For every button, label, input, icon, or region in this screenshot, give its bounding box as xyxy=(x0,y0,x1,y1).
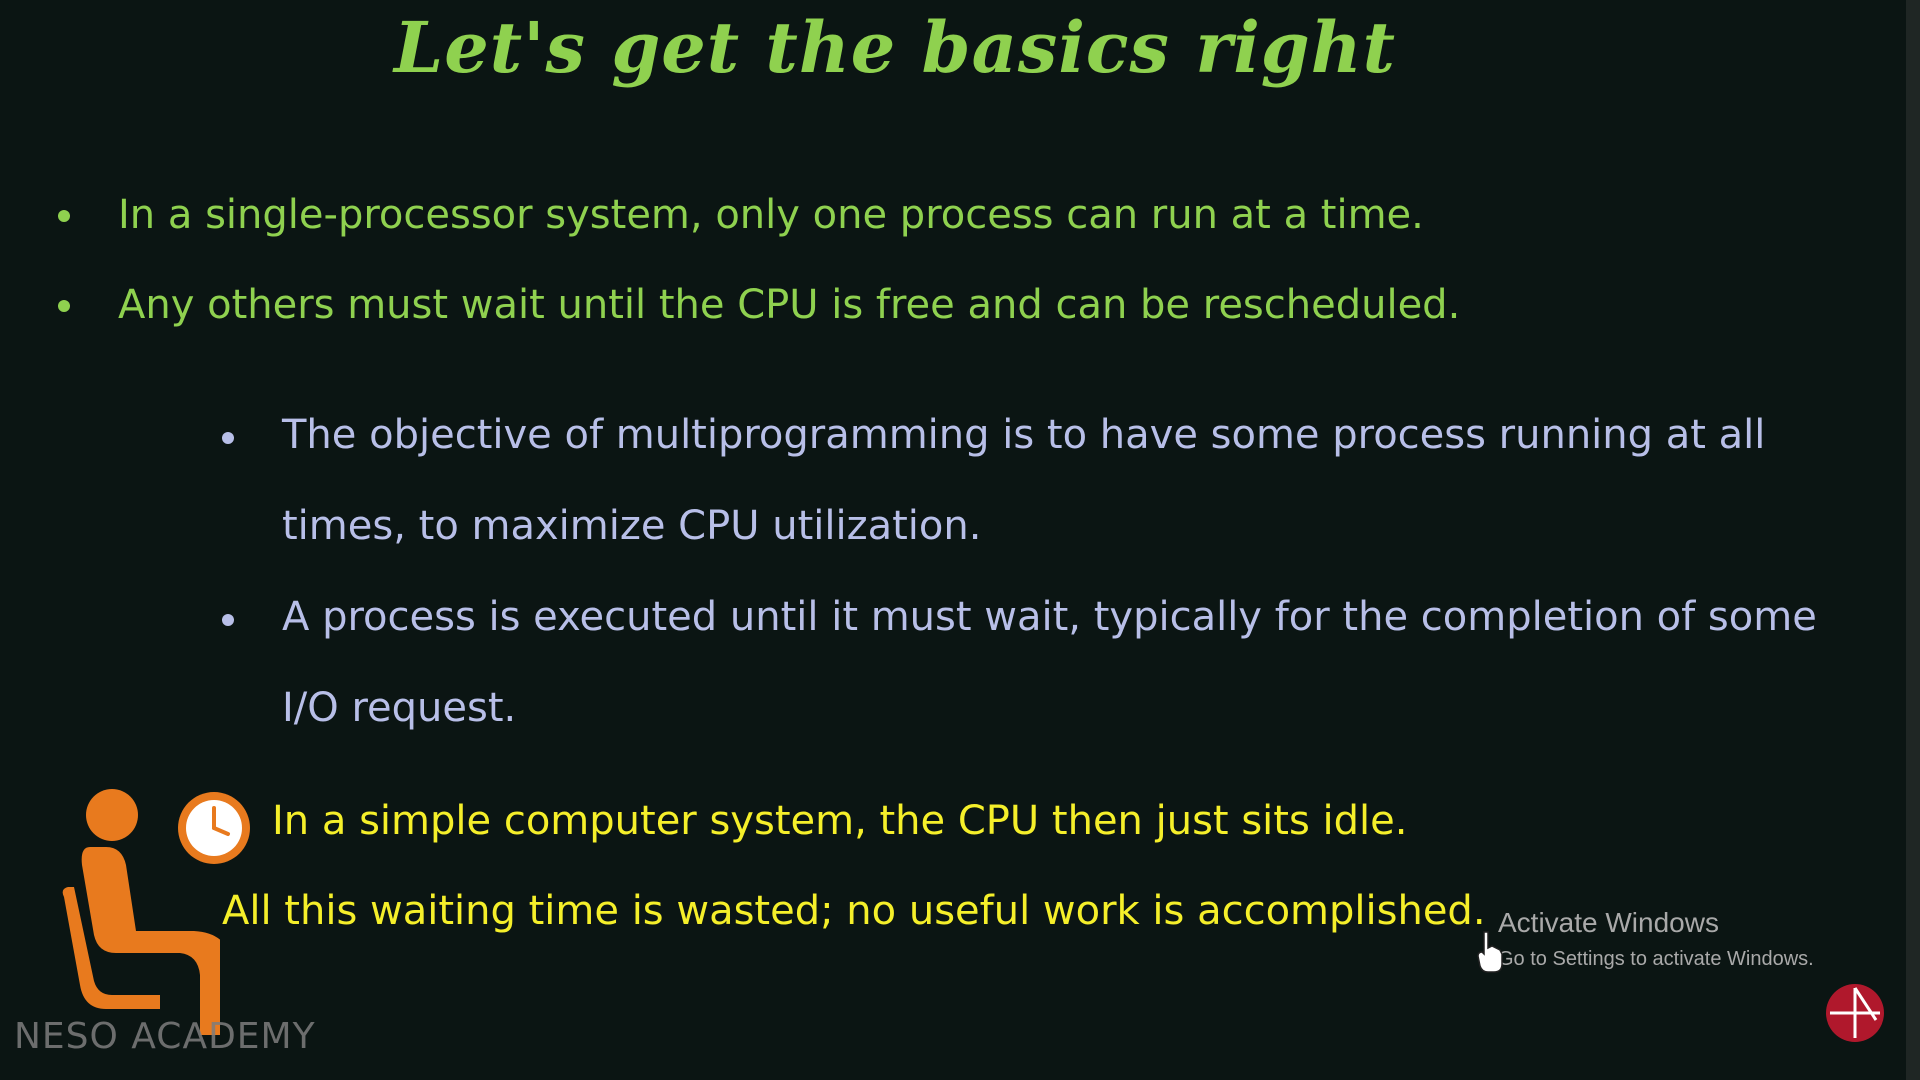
bullet-dot xyxy=(58,300,70,312)
bullet-dot xyxy=(58,210,70,222)
sub-bullet-item: A process is executed until it must wait… xyxy=(222,592,1862,754)
watermark: NESO ACADEMY xyxy=(14,1016,316,1057)
bullet-text: In a single-processor system, only one p… xyxy=(118,192,1424,238)
channel-logo-icon[interactable] xyxy=(1824,982,1886,1044)
bullet-item: Any others must wait until the CPU is fr… xyxy=(58,280,1460,330)
slide: Let's get the basics right In a single-p… xyxy=(0,0,1920,1080)
sub-bullet-text: The objective of multiprogramming is to … xyxy=(282,412,1766,549)
activate-windows-title: Activate Windows xyxy=(1498,907,1719,938)
bullet-dot xyxy=(222,432,234,444)
highlight-text: In a simple computer system, the CPU the… xyxy=(272,798,1408,844)
mouse-pointer-icon xyxy=(1477,931,1503,973)
sub-bullet-text: A process is executed until it must wait… xyxy=(282,594,1817,731)
bullet-dot xyxy=(222,614,234,626)
scrollbar-track[interactable] xyxy=(1906,0,1920,1080)
slide-title: Let's get the basics right xyxy=(394,6,1396,89)
highlight-text: All this waiting time is wasted; no usef… xyxy=(222,888,1486,934)
clock-icon xyxy=(178,792,250,864)
sub-bullet-item: The objective of multiprogramming is to … xyxy=(222,410,1862,572)
bullet-text: Any others must wait until the CPU is fr… xyxy=(118,282,1461,328)
activate-windows-overlay[interactable]: Activate Windows Go to Settings to activ… xyxy=(1498,906,1814,974)
activate-windows-subtitle: Go to Settings to activate Windows. xyxy=(1498,948,1814,970)
bullet-item: In a single-processor system, only one p… xyxy=(58,190,1424,240)
